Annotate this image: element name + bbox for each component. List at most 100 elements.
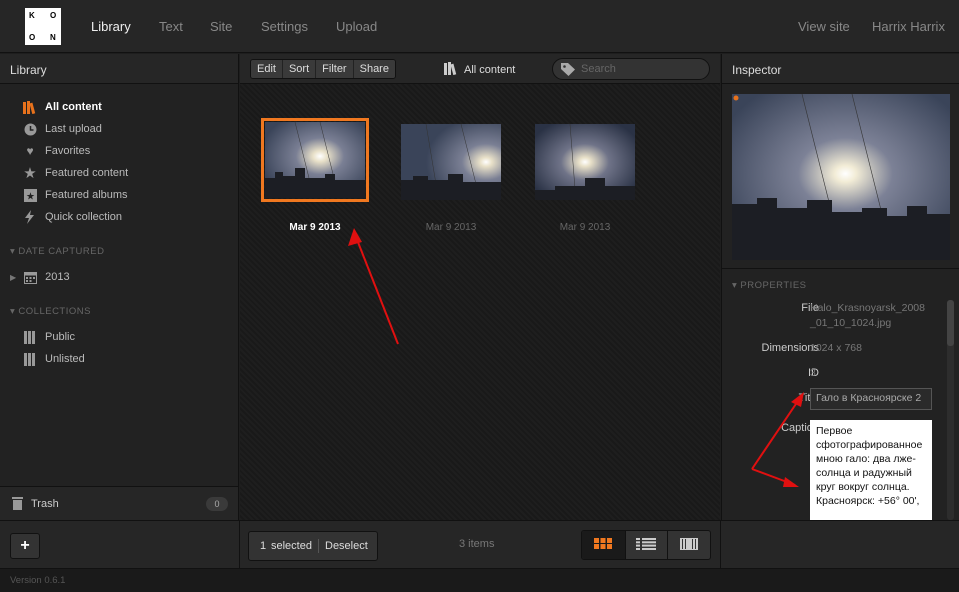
version-label: Version 0.6.1 — [10, 575, 66, 586]
nav-settings[interactable]: Settings — [261, 19, 308, 34]
date-captured-section[interactable]: ▾ DATE CAPTURED — [10, 246, 104, 257]
sidebar-item-label: Last upload — [45, 123, 102, 135]
properties-section[interactable]: ▾ PROPERTIES — [732, 280, 807, 291]
items-count: 3 items — [459, 538, 495, 550]
divider — [720, 521, 721, 569]
grid-view-button[interactable] — [582, 531, 625, 559]
toolbar-button-group: Edit Sort Filter Share — [250, 59, 396, 79]
library-icon — [22, 100, 38, 114]
file-value-line: Halo_Krasnoyarsk_2008 — [810, 302, 925, 314]
nav-text[interactable]: Text — [159, 19, 183, 34]
koken-logo[interactable]: K O O N — [25, 8, 61, 45]
svg-text:★: ★ — [26, 191, 35, 202]
album-icon — [22, 330, 38, 344]
logo-letter: N — [50, 33, 56, 42]
content-area: Edit Sort Filter Share All content Searc… — [240, 54, 720, 520]
file-value: Halo_Krasnoyarsk_2008 _01_10_1024.jpg — [810, 301, 925, 331]
divider — [239, 521, 240, 569]
calendar-icon — [22, 270, 38, 284]
thumbnail-date: Mar 9 2013 — [559, 222, 611, 233]
trash-icon — [12, 497, 23, 513]
nav-library[interactable]: Library — [91, 19, 131, 34]
logo-letter: O — [29, 33, 36, 42]
divider — [318, 539, 319, 553]
inspector-scrollbar[interactable] — [947, 300, 954, 520]
sidebar-item-favorites[interactable]: ♥ Favorites — [22, 141, 90, 161]
halo-photo — [535, 124, 635, 200]
filter-label-text: All content — [464, 64, 516, 76]
nav-upload[interactable]: Upload — [336, 19, 377, 34]
sort-button[interactable]: Sort — [282, 60, 317, 78]
inspector-panel: Inspector ▾ PROPERTIES File Halo_Krasnoy… — [721, 54, 959, 520]
app-window: K O O N Library Text Site Settings Uploa… — [0, 0, 959, 592]
content-toolbar: Edit Sort Filter Share All content — [240, 54, 720, 84]
clock-icon — [22, 122, 38, 136]
title-field[interactable]: Гало в Красноярске 2 — [810, 388, 932, 410]
sidebar-item-label: Featured albums — [45, 189, 128, 201]
scrollbar-thumb[interactable] — [947, 300, 954, 346]
sidebar-item-all-content[interactable]: All content — [22, 97, 102, 117]
sidebar-item-last-upload[interactable]: Last upload — [22, 119, 102, 139]
caret-right-icon: ▶ — [10, 272, 17, 282]
sidebar-item-featured-albums[interactable]: ★ Featured albums — [22, 185, 128, 205]
sidebar-item-featured-content[interactable]: ★ Featured content — [22, 163, 128, 183]
add-button[interactable]: + — [10, 533, 40, 559]
sidebar-item-year[interactable]: ▶ 2013 — [10, 267, 70, 287]
footer: Version 0.6.1 — [0, 568, 959, 592]
deselect-button[interactable]: Deselect — [325, 540, 368, 552]
dimensions-value: 1024 x 768 — [810, 342, 862, 354]
inspector-preview[interactable] — [732, 94, 950, 260]
section-label: PROPERTIES — [740, 280, 807, 291]
inspector-title: Inspector — [732, 63, 782, 77]
sidebar-item-label: Favorites — [45, 145, 91, 157]
annotation-arrows — [751, 392, 804, 487]
star-icon: ★ — [23, 165, 37, 182]
nav-site[interactable]: Site — [210, 19, 232, 34]
logo-letter: O — [50, 11, 57, 20]
top-header: K O O N Library Text Site Settings Uploa… — [0, 0, 959, 53]
section-label: DATE CAPTURED — [18, 246, 105, 257]
halo-photo — [732, 94, 950, 260]
thumbnail-3[interactable] — [535, 124, 635, 200]
sidebar-item-quick-collection[interactable]: Quick collection — [22, 207, 122, 227]
list-view-button[interactable] — [624, 531, 668, 559]
sidebar-item-public[interactable]: Public — [22, 327, 75, 347]
halo-photo — [265, 122, 365, 198]
sidebar-item-unlisted[interactable]: Unlisted — [22, 349, 85, 369]
trash-count-badge: 0 — [206, 497, 228, 511]
album-icon — [22, 352, 38, 366]
filter-button[interactable]: Filter — [316, 60, 354, 78]
annotation-arrow — [348, 228, 399, 345]
lightning-icon — [22, 210, 38, 224]
sidebar-item-label: All content — [45, 101, 102, 113]
file-value-line: _01_10_1024.jpg — [810, 317, 892, 329]
edit-button[interactable]: Edit — [251, 60, 283, 78]
sidebar-header: Library — [0, 54, 238, 84]
search-input[interactable] — [581, 62, 701, 76]
caption-field[interactable]: Первое сфотографированное мною гало: два… — [810, 420, 932, 520]
filmstrip-view-icon — [680, 537, 699, 553]
share-button[interactable]: Share — [353, 60, 395, 78]
grid-view-icon — [594, 538, 613, 552]
filmstrip-view-button[interactable] — [667, 531, 710, 559]
content-filter-label[interactable]: All content — [444, 62, 515, 78]
sidebar-item-label: Unlisted — [45, 353, 85, 365]
tag-icon[interactable] — [561, 63, 575, 79]
list-view-icon — [636, 537, 657, 553]
section-label: COLLECTIONS — [18, 306, 91, 317]
halo-photo — [401, 124, 501, 200]
sidebar-item-label: 2013 — [45, 271, 70, 283]
thumbnail-2[interactable] — [401, 124, 501, 200]
trash-row[interactable]: Trash 0 — [0, 486, 238, 520]
id-value: 3 — [810, 367, 816, 379]
thumbnail-1[interactable] — [261, 118, 369, 202]
selected-count: 1 — [260, 540, 267, 552]
heart-icon: ♥ — [26, 144, 34, 158]
user-menu[interactable]: Harrix Harrix — [872, 19, 945, 34]
divider — [722, 268, 959, 269]
trash-label: Trash — [31, 498, 59, 510]
view-site-link[interactable]: View site — [798, 19, 850, 34]
selection-controls: 1 selected Deselect — [248, 531, 378, 561]
search-box — [552, 58, 710, 80]
collections-section[interactable]: ▾ COLLECTIONS — [10, 306, 91, 317]
